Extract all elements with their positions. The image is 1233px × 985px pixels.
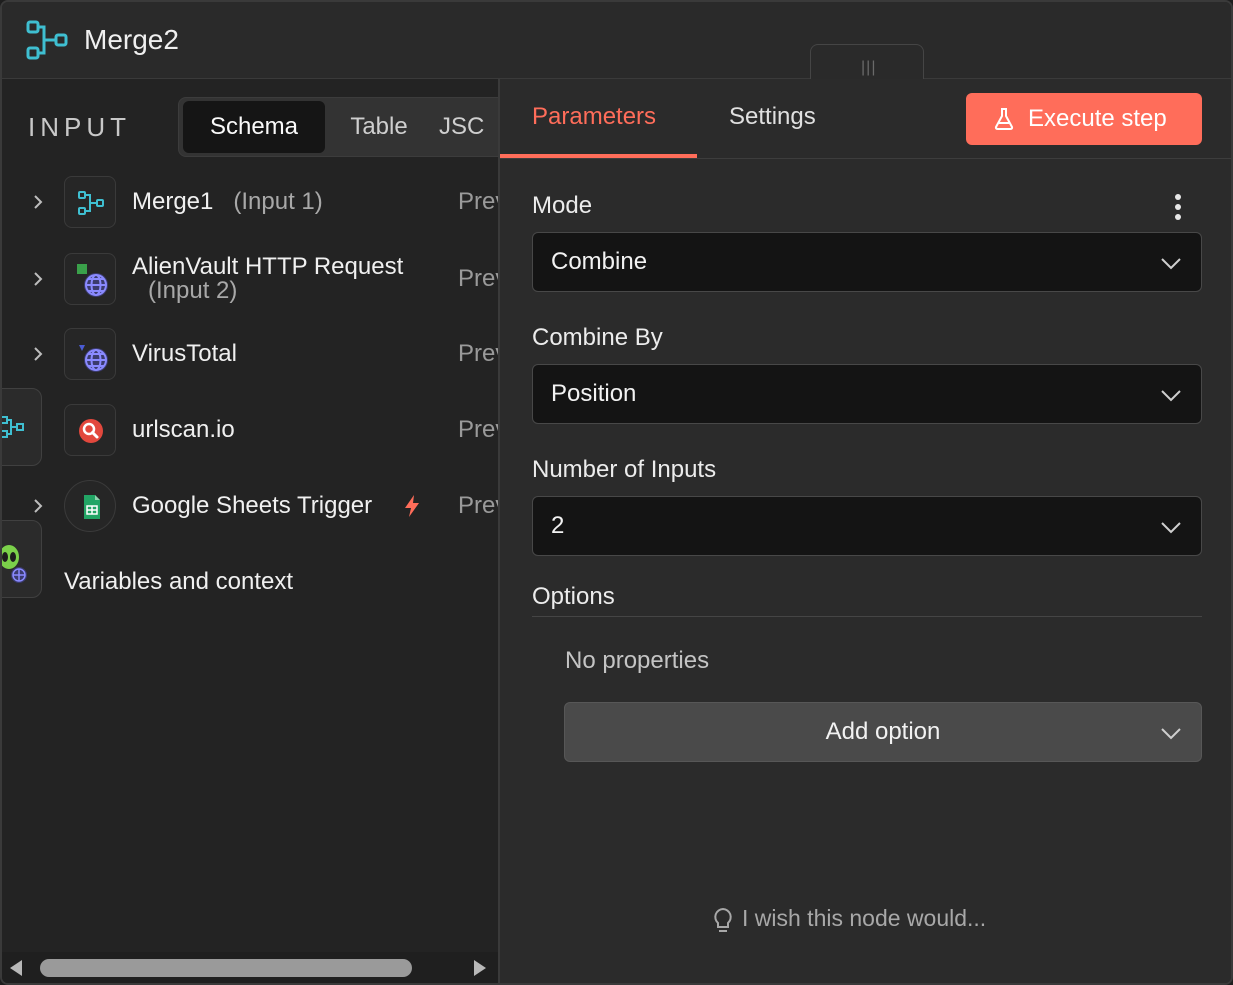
add-option-button[interactable]: Add option [564,702,1202,762]
lightning-icon [405,495,419,517]
number-of-inputs-select[interactable]: 2 [532,496,1202,556]
chevron-down-icon [1161,728,1181,740]
input-node-row[interactable]: Merge1 (Input 1) Prev [2,172,499,232]
tab-schema[interactable]: Schema [183,101,325,153]
input-panel-label: INPUT [28,112,131,142]
alien-globe-icon [2,545,27,583]
mode-label: Mode [532,192,593,219]
input-node-row[interactable]: urlscan.io Prev [2,400,499,460]
canvas-node-alienvault[interactable] [2,520,42,598]
chevron-down-icon [1161,522,1181,534]
preview-link[interactable]: Prev [458,492,499,520]
input-node-name: Merge1 (Input 1) [132,188,323,215]
active-tab-indicator [500,154,697,158]
input-node-row[interactable]: VirusTotal Prev [2,324,499,384]
canvas-node-merge[interactable] [2,388,42,466]
input-node-row[interactable]: AlienVault HTTP Request (Input 2) Prev [2,249,499,315]
number-of-inputs-select-value: 2 [551,512,565,539]
chevron-right-icon[interactable] [28,192,48,212]
parameters-panel: Parameters Settings Execute step Mode Co… [500,79,1231,983]
scroll-left-arrow-icon[interactable] [10,960,22,976]
panel-drag-handle[interactable]: ||| [810,44,924,80]
input-node-sub: (Input 1) [233,188,323,215]
input-node-sub: (Input 2) [148,277,238,304]
tab-settings[interactable]: Settings [729,103,816,131]
chevron-down-icon [1161,258,1181,270]
chevron-right-icon[interactable] [28,344,48,364]
combine-by-select-value: Position [551,380,637,407]
chevron-down-icon [1161,390,1181,402]
chevron-right-icon[interactable] [28,269,48,289]
grip-icon: ||| [861,59,877,76]
preview-link[interactable]: Prev [458,265,499,293]
globe-icon [64,253,116,305]
variables-and-context[interactable]: Variables and context [64,568,293,596]
input-panel: INPUT Schema Table JSC Merge1 (Input 1) … [2,79,499,983]
merge-icon [2,416,24,438]
combine-by-select[interactable]: Position [532,364,1202,424]
parameter-tabs: Parameters Settings Execute step [500,79,1231,159]
node-title[interactable]: Merge2 [84,24,179,56]
add-option-label: Add option [825,718,941,745]
mode-select[interactable]: Combine [532,232,1202,292]
execute-step-label: Execute step [1028,105,1167,132]
tab-parameters[interactable]: Parameters [532,103,656,131]
preview-link[interactable]: Prev [458,416,499,444]
number-of-inputs-label: Number of Inputs [532,456,717,483]
preview-link[interactable]: Prev [458,340,499,368]
chevron-right-icon[interactable] [28,496,48,516]
options-label: Options [532,583,615,610]
lightbulb-icon [714,907,732,932]
node-feedback-label: I wish this node would... [742,905,987,931]
input-node-name: VirusTotal [132,340,237,367]
more-options-icon[interactable] [1172,193,1184,221]
execute-step-button[interactable]: Execute step [966,93,1202,145]
scroll-right-arrow-icon[interactable] [474,960,486,976]
node-details-window: Merge2 ||| INPUT Schema Table JSC Merge1… [0,0,1233,985]
google-sheets-icon [64,480,116,532]
options-divider [532,616,1202,617]
input-node-name: urlscan.io [132,416,235,443]
tab-json[interactable]: JSC [439,101,499,153]
scrollbar-thumb[interactable] [40,959,412,977]
view-mode-tabs: Schema Table JSC [178,97,499,157]
flask-icon [994,108,1014,130]
combine-by-label: Combine By [532,324,663,351]
horizontal-scrollbar[interactable] [2,952,499,983]
merge-icon [64,176,116,228]
globe-icon [64,328,116,380]
tab-table[interactable]: Table [329,101,429,153]
input-node-row[interactable]: Google Sheets Trigger Prev [2,476,499,536]
urlscan-icon [64,404,116,456]
node-header: Merge2 ||| [2,2,1231,80]
merge-icon [26,20,68,60]
no-properties-text: No properties [565,647,710,674]
input-node-name: Google Sheets Trigger [132,492,373,519]
preview-link[interactable]: Prev [458,188,499,216]
mode-select-value: Combine [551,248,648,275]
